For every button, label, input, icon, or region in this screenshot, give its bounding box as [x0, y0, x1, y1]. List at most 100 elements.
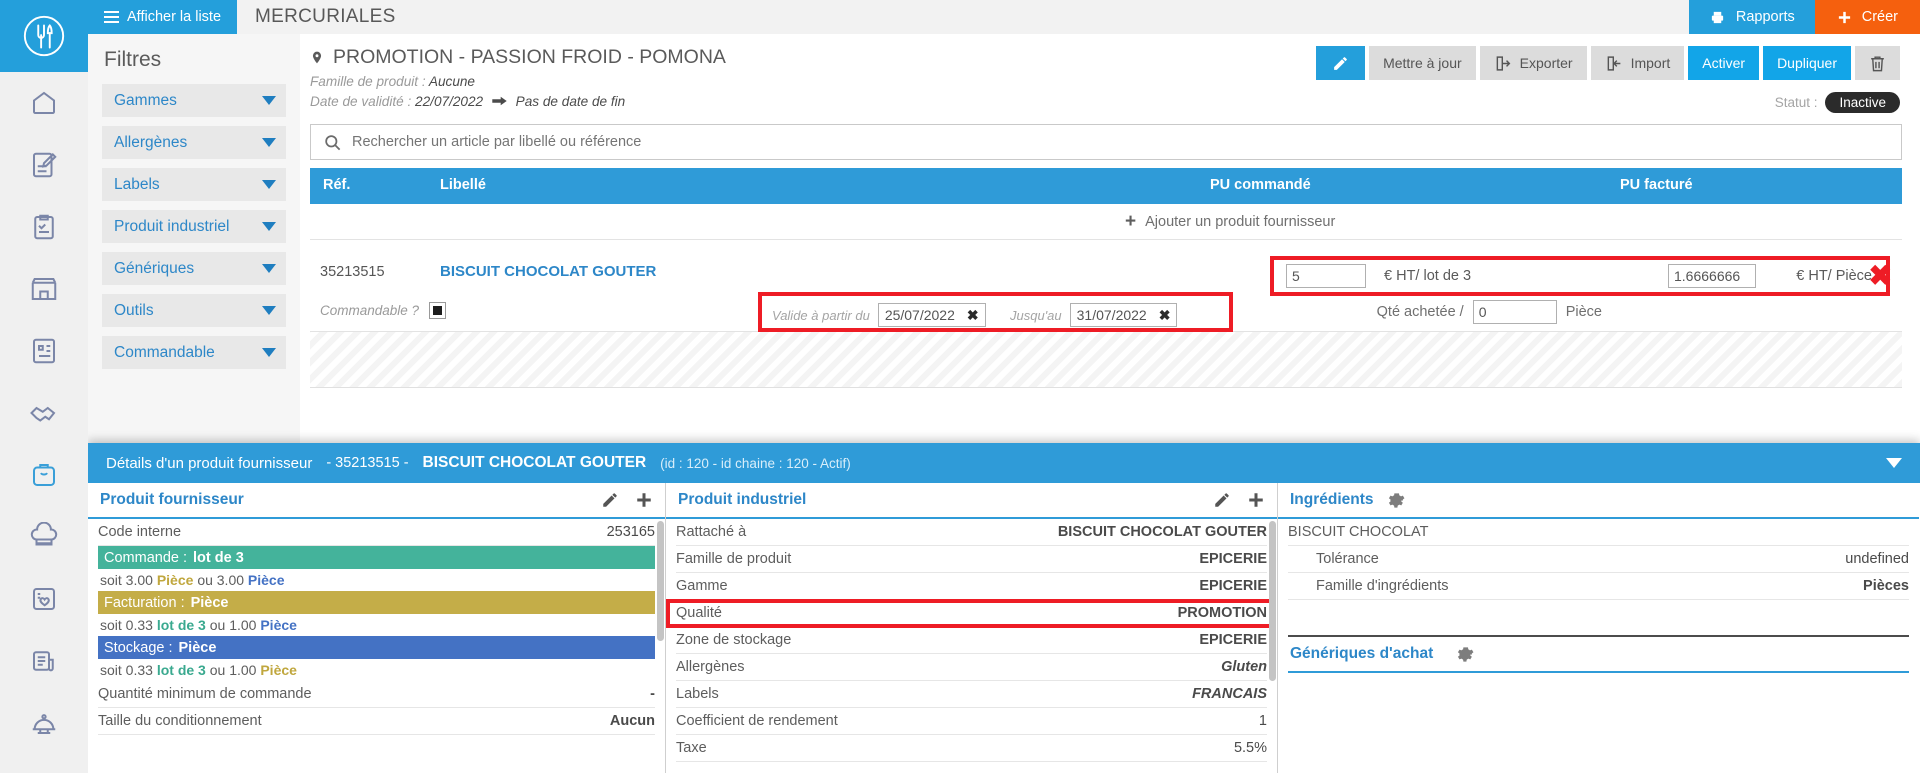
pu-facture-input[interactable]	[1668, 264, 1756, 288]
clear-icon[interactable]: ✖	[967, 307, 979, 324]
generiques-title: Génériques d'achat	[1290, 645, 1434, 662]
home-icon[interactable]	[0, 72, 88, 134]
chevron-down-icon	[262, 180, 276, 189]
soit-unit-1: lot de 3	[156, 662, 206, 678]
validite-label: Date de validité :	[310, 94, 412, 109]
add-supplier-label: Ajouter un produit fournisseur	[1145, 213, 1336, 230]
cloche-icon[interactable]	[0, 692, 88, 754]
chevron-down-icon	[262, 348, 276, 357]
facturation-value: Pièce	[190, 594, 229, 611]
plus-icon[interactable]	[1247, 491, 1265, 509]
handshake-icon[interactable]	[0, 382, 88, 444]
add-supplier-button[interactable]: + Ajouter un produit fournisseur	[1125, 212, 1335, 231]
validite-value: 22/07/2022	[415, 94, 484, 109]
validite-end: Pas de date de fin	[515, 94, 626, 109]
plus-icon	[1838, 11, 1850, 23]
soit-unit-1: lot de 3	[156, 617, 206, 633]
col1-title: Produit fournisseur	[100, 491, 244, 508]
price-highlight-box: € HT/ lot de 3 € HT/ Pièce	[1270, 256, 1890, 296]
clear-icon[interactable]: ✖	[1159, 307, 1171, 324]
pencil-icon[interactable]	[601, 491, 619, 509]
cart-icon[interactable]	[0, 754, 88, 773]
qty-group: Qté achetée / Pièce	[1377, 300, 1602, 324]
search-bar[interactable]	[310, 124, 1902, 160]
col2-title: Produit industriel	[678, 491, 807, 508]
filter-generiques[interactable]: Génériques	[102, 252, 286, 285]
row-value: 253165	[606, 524, 655, 540]
row-value: Gluten	[1221, 659, 1267, 675]
ingredient-name: BISCUIT CHOCOLAT	[1288, 524, 1429, 540]
filter-label: Outils	[114, 301, 154, 319]
export-button[interactable]: Exporter	[1479, 46, 1587, 80]
supplier-product-detail-panel: Détails d'un produit fournisseur - 35213…	[88, 443, 1920, 773]
row-label-link[interactable]: BISCUIT CHOCOLAT GOUTER	[440, 263, 656, 280]
row-label: Code interne	[98, 524, 182, 540]
filter-commandable[interactable]: Commandable	[102, 336, 286, 369]
app-logo[interactable]	[0, 0, 88, 72]
pu-commande-input[interactable]	[1286, 264, 1366, 288]
pu-commande-unit: € HT/ lot de 3	[1384, 268, 1472, 284]
filter-allergenes[interactable]: Allergènes	[102, 126, 286, 159]
pencil-icon[interactable]	[1213, 491, 1231, 509]
row-value: BISCUIT CHOCOLAT GOUTER	[1057, 524, 1267, 540]
row-qte-min: Quantité minimum de commande -	[98, 681, 655, 708]
row-value: EPICERIE	[1199, 578, 1267, 594]
filter-produit-industriel[interactable]: Produit industriel	[102, 210, 286, 243]
col-libelle: Libellé	[440, 177, 486, 193]
row-label: Coefficient de rendement	[676, 713, 838, 729]
filter-labels[interactable]: Labels	[102, 168, 286, 201]
gear-icon[interactable]	[1455, 645, 1474, 664]
show-list-button[interactable]: Afficher la liste	[88, 0, 238, 34]
chef-hat-icon[interactable]	[0, 506, 88, 568]
gear-icon[interactable]	[1386, 491, 1405, 510]
document-icon[interactable]	[0, 630, 88, 692]
shopping-bag-icon[interactable]	[0, 444, 88, 506]
row-second-line: Commandable ? Valide à partir du 25/07/2…	[310, 292, 1902, 332]
valid-to-group: Jusqu'au 31/07/2022 ✖	[1010, 303, 1178, 327]
duplicate-label: Dupliquer	[1777, 55, 1837, 71]
create-label: Créer	[1861, 9, 1898, 25]
duplicate-button[interactable]: Dupliquer	[1763, 46, 1851, 80]
valid-from-input[interactable]: 25/07/2022 ✖	[877, 303, 986, 327]
filter-outils[interactable]: Outils	[102, 294, 286, 327]
soit-mid: ou 1.00	[209, 617, 257, 633]
chevron-down-icon	[262, 264, 276, 273]
soit-prefix: soit 3.00	[100, 572, 153, 588]
delete-button[interactable]	[1855, 46, 1900, 80]
plus-icon[interactable]	[635, 491, 653, 509]
products-table-header: Réf. Libellé PU commandé PU facturé	[310, 168, 1902, 204]
row-value: 1	[1258, 713, 1267, 729]
supplier-product-header: Produit fournisseur	[88, 483, 665, 519]
row-zone-stockage: Zone de stockage EPICERIE	[676, 627, 1267, 654]
store-icon[interactable]	[0, 258, 88, 320]
filter-gammes[interactable]: Gammes	[102, 84, 286, 117]
row-famille-ingredients: Famille d'ingrédients Pièces	[1288, 573, 1909, 600]
col-pu-facture: PU facturé	[1620, 177, 1693, 193]
create-button[interactable]: Créer	[1814, 0, 1920, 34]
edit-document-icon[interactable]	[0, 134, 88, 196]
col2-actions	[1213, 491, 1265, 509]
reports-button[interactable]: Rapports	[1688, 0, 1815, 34]
remove-product-icon[interactable]: ✖	[1869, 262, 1892, 290]
col2-scrollbar[interactable]	[1269, 521, 1276, 681]
collapse-panel-icon[interactable]	[1886, 458, 1902, 468]
clipboard-check-icon[interactable]	[0, 196, 88, 258]
printer-icon	[1711, 11, 1724, 23]
invoice-icon[interactable]	[0, 320, 88, 382]
row-label: Quantité minimum de commande	[98, 686, 312, 702]
commandable-checkbox[interactable]	[429, 302, 447, 319]
row-label: Tolérance	[1316, 551, 1379, 567]
import-button[interactable]: Import	[1590, 46, 1685, 80]
update-button[interactable]: Mettre à jour	[1369, 46, 1476, 80]
search-input[interactable]	[352, 134, 1852, 150]
qty-input[interactable]	[1472, 300, 1557, 324]
valid-to-input[interactable]: 31/07/2022 ✖	[1069, 303, 1178, 327]
row-value: PROMOTION	[1177, 605, 1267, 621]
favorites-list-icon[interactable]	[0, 568, 88, 630]
col-pu-commande: PU commandé	[1210, 177, 1311, 193]
activate-button[interactable]: Activer	[1688, 46, 1760, 80]
row-taxe: Taxe 5.5%	[676, 735, 1267, 762]
col1-scrollbar[interactable]	[657, 521, 664, 641]
edit-button[interactable]	[1316, 46, 1366, 80]
